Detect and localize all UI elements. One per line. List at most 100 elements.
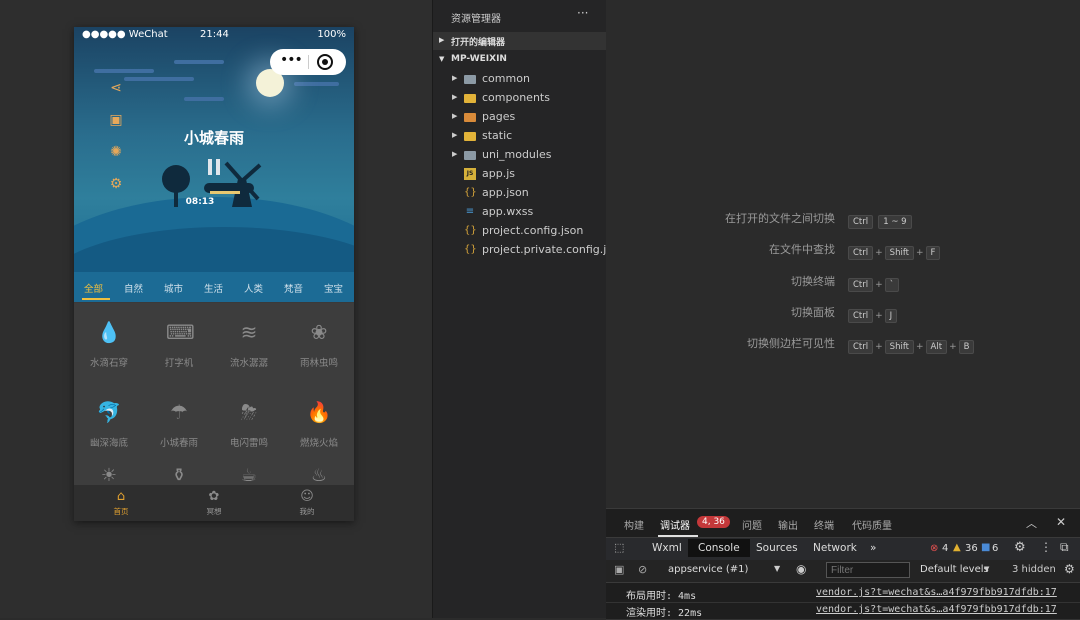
levels-select[interactable]: Default levels [920,564,989,575]
log-row: 布局用时: 4ms vendor.js?t=wechat&s…a4f979fbb… [606,585,1080,603]
log-source-link[interactable]: vendor.js?t=wechat&s…a4f979fbb917dfdb:17 [816,587,1057,598]
tab-city[interactable]: 城市 [164,281,183,295]
sun-icon[interactable]: ✺ [107,143,125,161]
section-label: 打开的编辑器 [451,38,506,48]
shortcut-label: 切换面板 [791,306,835,319]
shortcut-label: 在文件中查找 [769,243,835,256]
close-icon[interactable]: ✕ [1056,515,1066,529]
sound-item[interactable]: 💧 水滴石穿 [74,303,144,383]
sound-item[interactable]: 🔥 燃烧火焰 [284,383,354,463]
tree-item-pages[interactable]: ▶ pages [433,108,607,127]
tab-console[interactable]: Console [688,539,750,557]
tree-item-app-wxss[interactable]: ≡ app.wxss [433,203,607,222]
tree-item-project-private-config[interactable]: {} project.private.config.js... [433,241,623,260]
sound-label: 幽深海底 [89,438,128,449]
nav-mine[interactable]: ☺ 我的 [282,489,332,517]
key: B [958,340,975,354]
chevron-right-icon: ▶ [452,150,458,158]
sound-item[interactable]: ☂ 小城春雨 [144,383,214,463]
tab-human[interactable]: 人类 [244,281,263,295]
sound-item[interactable]: ≋ 流水潺潺 [214,303,284,383]
tree-item-common[interactable]: ▶ common [433,70,607,89]
tree-item-project-config[interactable]: {} project.config.json [433,222,607,241]
inspect-icon[interactable]: ⬚ [614,541,624,554]
gear-icon[interactable]: ⚙ [1014,540,1026,555]
tree-item-app-js[interactable]: JS app.js [433,165,607,184]
tree-item-components[interactable]: ▶ components [433,89,607,108]
tree-item-static[interactable]: ▶ static [433,127,607,146]
folder-icon [464,75,476,84]
key: Ctrl [848,309,874,323]
key: ` [884,278,899,292]
chevron-down-icon[interactable]: ▼ [774,564,780,573]
log-message: 渲染用时: 22ms [626,608,703,619]
tree-item-uni-modules[interactable]: ▶ uni_modules [433,146,607,165]
tree-item-label: pages [482,110,516,123]
sound-label: 雨林虫鸣 [299,358,338,369]
signal-text: ●●●●● WeChat [82,29,168,40]
pause-icon[interactable] [206,159,222,175]
cup-partial-icon: ♨ [310,465,328,486]
log-source-link[interactable]: vendor.js?t=wechat&s…a4f979fbb917dfdb:17 [816,604,1057,615]
log-row: 渲染用时: 22ms vendor.js?t=wechat&s…a4f979fb… [606,602,1080,620]
tab-nature[interactable]: 自然 [124,281,143,295]
share-icon[interactable]: ⋖ [107,79,125,97]
sound-item[interactable]: ⛈ 电闪雷鸣 [214,383,284,463]
chevron-right-icon: ▶ [452,131,458,139]
tab-sanskrit[interactable]: 梵音 [284,281,303,295]
tab-all[interactable]: 全部 [84,281,103,295]
fire-icon: 🔥 [306,400,332,424]
eye-icon[interactable]: ◉ [796,562,806,576]
tab-network[interactable]: Network [813,542,857,554]
editor-welcome: 在打开的文件之间切换 Ctrl 1 ~ 9 在文件中查找 Ctrl + Shift +… [606,0,1080,508]
tree-item-label: project.config.json [482,224,584,237]
progress-dots [210,191,240,194]
filter-input[interactable] [826,562,910,578]
kebab-menu-icon[interactable]: ⋮ [1040,540,1052,554]
shortcut-label: 切换侧边栏可见性 [747,337,835,350]
project-section[interactable]: ▼ MP-WEIXIN [433,51,607,69]
json-file-icon: {} [464,187,477,198]
nav-label: 我的 [299,507,315,516]
tab-terminal[interactable]: 终端 [814,517,834,532]
sound-item[interactable]: ❀ 雨林虫鸣 [284,303,354,383]
image-icon[interactable]: ▣ [107,111,125,129]
nav-label: 冥想 [206,507,222,516]
sound-item[interactable]: 🐬 幽深海底 [74,383,144,463]
shortcut-row: 切换终端 Ctrl + ` [606,272,1080,292]
shortcut-row: 切换面板 Ctrl + J [606,303,1080,323]
close-miniprogram-icon[interactable] [317,54,333,70]
key: F [925,246,941,260]
json-file-icon: {} [464,244,477,255]
error-icon: ⊗ [930,543,939,554]
dock-icon[interactable]: ⧉ [1060,540,1069,555]
more-icon[interactable]: ··· [577,6,588,20]
debug-panel: 构建 调试器 4, 36 问题 输出 终端 代码质量 ︿ ✕ ⬚ Wxml Co… [606,508,1080,620]
open-editors-section[interactable]: ▶ 打开的编辑器 [433,32,607,50]
tab-code-quality[interactable]: 代码质量 [852,517,892,532]
tree-item-app-json[interactable]: {} app.json [433,184,607,203]
chevron-right-icon: ▶ [452,112,458,120]
gear-icon[interactable]: ⚙ [1064,562,1075,576]
context-select[interactable]: appservice (#1) [668,564,748,575]
tab-sources[interactable]: Sources [756,542,798,554]
chevron-up-icon[interactable]: ︿ [1026,515,1037,531]
more-tabs-icon[interactable]: » [870,542,876,554]
tab-problems[interactable]: 问题 [742,517,762,532]
more-icon[interactable]: ••• [280,52,303,68]
tab-build[interactable]: 构建 [624,517,644,532]
tab-life[interactable]: 生活 [204,281,223,295]
nav-meditation[interactable]: ✿ 冥想 [189,489,239,517]
sidebar-toggle-icon[interactable]: ▣ [614,563,624,576]
tab-wxml[interactable]: Wxml [652,542,682,554]
cloud [184,97,224,101]
nav-label: 首页 [113,507,129,516]
sound-item[interactable]: ⌨ 打字机 [144,303,214,383]
tab-debugger[interactable]: 调试器 [660,517,690,532]
nav-home[interactable]: ⌂ 首页 [96,489,146,517]
sun-partial-icon: ☀ [100,465,118,486]
settings-icon[interactable]: ⚙ [107,175,125,193]
tab-output[interactable]: 输出 [778,517,798,532]
tab-baby[interactable]: 宝宝 [324,281,343,295]
clear-console-icon[interactable]: ⊘ [638,563,647,576]
